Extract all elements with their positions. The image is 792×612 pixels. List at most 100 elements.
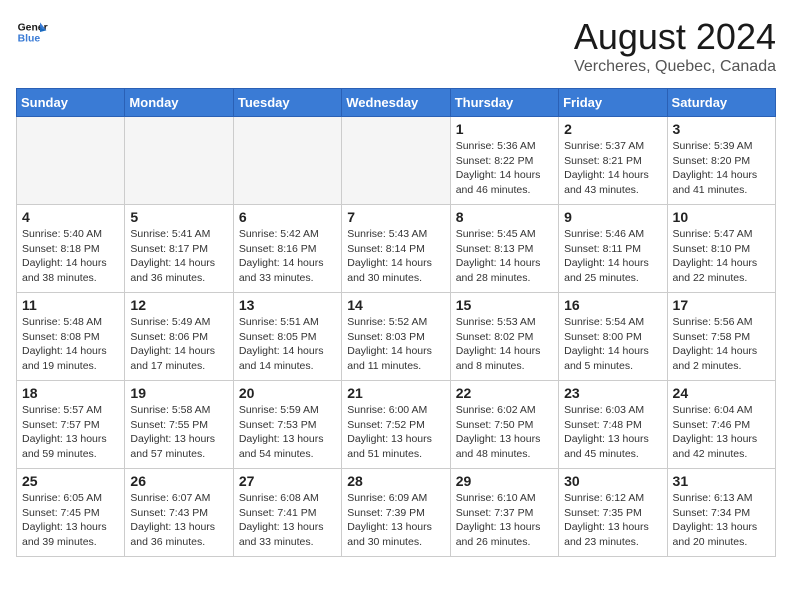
day-number: 3 — [673, 121, 770, 137]
day-number: 26 — [130, 473, 227, 489]
calendar-week-row: 11 Sunrise: 5:48 AM Sunset: 8:08 PM Dayli… — [17, 293, 776, 381]
day-number: 20 — [239, 385, 336, 401]
calendar-day-cell: 22 Sunrise: 6:02 AM Sunset: 7:50 PM Dayli… — [450, 381, 558, 469]
day-number: 4 — [22, 209, 119, 225]
calendar-day-cell: 14 Sunrise: 5:52 AM Sunset: 8:03 PM Dayli… — [342, 293, 450, 381]
day-number: 2 — [564, 121, 661, 137]
calendar-day-cell — [342, 117, 450, 205]
calendar-day-cell: 16 Sunrise: 5:54 AM Sunset: 8:00 PM Dayli… — [559, 293, 667, 381]
day-info: Sunrise: 5:39 AM Sunset: 8:20 PM Dayligh… — [673, 139, 770, 198]
calendar-day-cell: 28Sunrise: 6:09 AM Sunset: 7:39 PM Dayli… — [342, 469, 450, 557]
calendar-day-cell: 31 Sunrise: 6:13 AM Sunset: 7:34 PM Dayli… — [667, 469, 775, 557]
calendar-day-cell: 4 Sunrise: 5:40 AM Sunset: 8:18 PM Daylig… — [17, 205, 125, 293]
calendar-day-cell: 20 Sunrise: 5:59 AM Sunset: 7:53 PM Dayli… — [233, 381, 341, 469]
day-number: 24 — [673, 385, 770, 401]
calendar-day-cell: 5Sunrise: 5:41 AM Sunset: 8:17 PM Daylig… — [125, 205, 233, 293]
day-info: Sunrise: 5:40 AM Sunset: 8:18 PM Dayligh… — [22, 227, 119, 286]
day-info: Sunrise: 5:49 AM Sunset: 8:06 PM Dayligh… — [130, 315, 227, 374]
calendar-day-cell: 13Sunrise: 5:51 AM Sunset: 8:05 PM Dayli… — [233, 293, 341, 381]
day-number: 16 — [564, 297, 661, 313]
calendar-day-cell: 7Sunrise: 5:43 AM Sunset: 8:14 PM Daylig… — [342, 205, 450, 293]
calendar-day-cell: 18Sunrise: 5:57 AM Sunset: 7:57 PM Dayli… — [17, 381, 125, 469]
day-info: Sunrise: 5:54 AM Sunset: 8:00 PM Dayligh… — [564, 315, 661, 374]
day-info: Sunrise: 6:02 AM Sunset: 7:50 PM Dayligh… — [456, 403, 553, 462]
calendar-day-cell: 19Sunrise: 5:58 AM Sunset: 7:55 PM Dayli… — [125, 381, 233, 469]
day-info: Sunrise: 5:37 AM Sunset: 8:21 PM Dayligh… — [564, 139, 661, 198]
day-number: 8 — [456, 209, 553, 225]
weekday-header-cell: Monday — [125, 89, 233, 117]
day-number: 12 — [130, 297, 227, 313]
day-info: Sunrise: 6:12 AM Sunset: 7:35 PM Dayligh… — [564, 491, 661, 550]
calendar-day-cell: 8 Sunrise: 5:45 AM Sunset: 8:13 PM Daylig… — [450, 205, 558, 293]
day-number: 13 — [239, 297, 336, 313]
day-info: Sunrise: 5:59 AM Sunset: 7:53 PM Dayligh… — [239, 403, 336, 462]
month-title: August 2024 — [574, 16, 776, 58]
day-info: Sunrise: 5:46 AM Sunset: 8:11 PM Dayligh… — [564, 227, 661, 286]
weekday-header-cell: Sunday — [17, 89, 125, 117]
day-number: 23 — [564, 385, 661, 401]
day-info: Sunrise: 6:04 AM Sunset: 7:46 PM Dayligh… — [673, 403, 770, 462]
day-number: 15 — [456, 297, 553, 313]
logo: General Blue — [16, 16, 48, 48]
calendar-day-cell: 23Sunrise: 6:03 AM Sunset: 7:48 PM Dayli… — [559, 381, 667, 469]
weekday-header-cell: Tuesday — [233, 89, 341, 117]
day-info: Sunrise: 5:45 AM Sunset: 8:13 PM Dayligh… — [456, 227, 553, 286]
day-number: 14 — [347, 297, 444, 313]
day-number: 22 — [456, 385, 553, 401]
day-number: 25 — [22, 473, 119, 489]
calendar-day-cell — [233, 117, 341, 205]
calendar-day-cell: 6 Sunrise: 5:42 AM Sunset: 8:16 PM Daylig… — [233, 205, 341, 293]
calendar-day-cell: 12 Sunrise: 5:49 AM Sunset: 8:06 PM Dayli… — [125, 293, 233, 381]
calendar-day-cell: 30 Sunrise: 6:12 AM Sunset: 7:35 PM Dayli… — [559, 469, 667, 557]
day-info: Sunrise: 6:08 AM Sunset: 7:41 PM Dayligh… — [239, 491, 336, 550]
weekday-header-cell: Thursday — [450, 89, 558, 117]
calendar-day-cell: 9Sunrise: 5:46 AM Sunset: 8:11 PM Daylig… — [559, 205, 667, 293]
day-number: 31 — [673, 473, 770, 489]
day-info: Sunrise: 5:48 AM Sunset: 8:08 PM Dayligh… — [22, 315, 119, 374]
calendar-day-cell: 27Sunrise: 6:08 AM Sunset: 7:41 PM Dayli… — [233, 469, 341, 557]
calendar-week-row: 18Sunrise: 5:57 AM Sunset: 7:57 PM Dayli… — [17, 381, 776, 469]
location-title: Vercheres, Quebec, Canada — [574, 58, 776, 76]
calendar-week-row: 25 Sunrise: 6:05 AM Sunset: 7:45 PM Dayli… — [17, 469, 776, 557]
day-info: Sunrise: 5:43 AM Sunset: 8:14 PM Dayligh… — [347, 227, 444, 286]
calendar-day-cell: 1 Sunrise: 5:36 AM Sunset: 8:22 PM Daylig… — [450, 117, 558, 205]
calendar-day-cell: 25 Sunrise: 6:05 AM Sunset: 7:45 PM Dayli… — [17, 469, 125, 557]
day-info: Sunrise: 6:07 AM Sunset: 7:43 PM Dayligh… — [130, 491, 227, 550]
day-number: 11 — [22, 297, 119, 313]
day-info: Sunrise: 6:05 AM Sunset: 7:45 PM Dayligh… — [22, 491, 119, 550]
day-info: Sunrise: 6:00 AM Sunset: 7:52 PM Dayligh… — [347, 403, 444, 462]
day-number: 29 — [456, 473, 553, 489]
title-block: August 2024 Vercheres, Quebec, Canada — [574, 16, 776, 76]
calendar-day-cell — [125, 117, 233, 205]
calendar-day-cell: 17 Sunrise: 5:56 AM Sunset: 7:58 PM Dayli… — [667, 293, 775, 381]
weekday-header-cell: Friday — [559, 89, 667, 117]
calendar-body: 1 Sunrise: 5:36 AM Sunset: 8:22 PM Daylig… — [17, 117, 776, 557]
day-number: 6 — [239, 209, 336, 225]
calendar-day-cell: 3 Sunrise: 5:39 AM Sunset: 8:20 PM Daylig… — [667, 117, 775, 205]
calendar-day-cell: 15 Sunrise: 5:53 AM Sunset: 8:02 PM Dayli… — [450, 293, 558, 381]
calendar-day-cell: 11 Sunrise: 5:48 AM Sunset: 8:08 PM Dayli… — [17, 293, 125, 381]
weekday-header-row: SundayMondayTuesdayWednesdayThursdayFrid… — [17, 89, 776, 117]
logo-icon: General Blue — [16, 16, 48, 48]
calendar-day-cell: 21Sunrise: 6:00 AM Sunset: 7:52 PM Dayli… — [342, 381, 450, 469]
calendar-day-cell: 24 Sunrise: 6:04 AM Sunset: 7:46 PM Dayli… — [667, 381, 775, 469]
day-number: 1 — [456, 121, 553, 137]
svg-text:Blue: Blue — [18, 34, 41, 45]
day-info: Sunrise: 5:58 AM Sunset: 7:55 PM Dayligh… — [130, 403, 227, 462]
day-info: Sunrise: 5:56 AM Sunset: 7:58 PM Dayligh… — [673, 315, 770, 374]
day-info: Sunrise: 6:10 AM Sunset: 7:37 PM Dayligh… — [456, 491, 553, 550]
day-number: 28 — [347, 473, 444, 489]
calendar-day-cell: 29 Sunrise: 6:10 AM Sunset: 7:37 PM Dayli… — [450, 469, 558, 557]
day-number: 17 — [673, 297, 770, 313]
day-info: Sunrise: 5:47 AM Sunset: 8:10 PM Dayligh… — [673, 227, 770, 286]
day-info: Sunrise: 5:53 AM Sunset: 8:02 PM Dayligh… — [456, 315, 553, 374]
calendar-table: SundayMondayTuesdayWednesdayThursdayFrid… — [16, 88, 776, 557]
day-info: Sunrise: 6:13 AM Sunset: 7:34 PM Dayligh… — [673, 491, 770, 550]
weekday-header-cell: Wednesday — [342, 89, 450, 117]
day-info: Sunrise: 5:42 AM Sunset: 8:16 PM Dayligh… — [239, 227, 336, 286]
calendar-day-cell — [17, 117, 125, 205]
day-number: 30 — [564, 473, 661, 489]
day-info: Sunrise: 5:52 AM Sunset: 8:03 PM Dayligh… — [347, 315, 444, 374]
day-number: 5 — [130, 209, 227, 225]
day-info: Sunrise: 5:36 AM Sunset: 8:22 PM Dayligh… — [456, 139, 553, 198]
